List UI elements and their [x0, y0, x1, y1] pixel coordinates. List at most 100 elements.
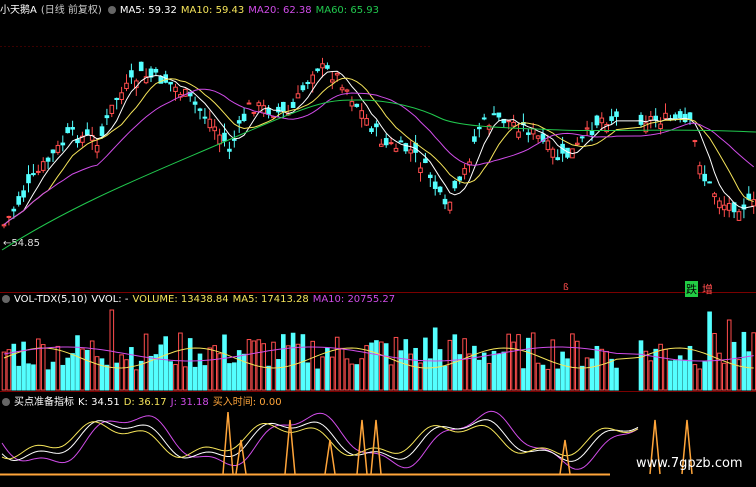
volume-bar — [374, 340, 379, 391]
candle-body — [153, 68, 159, 73]
candle-body — [295, 93, 301, 99]
volume-bar — [325, 347, 330, 391]
volume-ma5-label: MA5: 17413.28 — [232, 294, 309, 305]
candle-body — [516, 131, 521, 138]
candle-body — [40, 161, 46, 171]
volume-bar — [535, 362, 541, 391]
candle-body — [379, 143, 384, 147]
volume-bar — [668, 360, 673, 391]
volume-bar — [11, 343, 17, 391]
indicator-panel-header: 买点准备指标 K: 34.51 D: 36.17 J: 31.18 买入时间: 0.00 — [0, 393, 286, 408]
candle-body — [325, 65, 330, 69]
candle-body — [594, 115, 600, 126]
volume-bar — [663, 348, 668, 391]
volume-bar — [751, 332, 756, 391]
volume-bar — [75, 335, 80, 391]
volume-bar — [339, 347, 345, 391]
candle-body — [85, 129, 90, 136]
signal-mark: ß — [563, 283, 569, 293]
k-label: K: 34.51 — [78, 397, 120, 408]
candle-body — [266, 107, 271, 115]
volume-bar — [545, 368, 551, 391]
candle-body — [99, 126, 105, 136]
candle-body — [55, 144, 61, 153]
volume-bar — [540, 364, 546, 391]
candle-body — [1, 224, 7, 227]
volume-bar — [60, 364, 66, 391]
candle-body — [506, 120, 511, 123]
volume-bar — [202, 365, 208, 391]
volume-bar — [114, 362, 120, 391]
buy-signal-spike — [222, 411, 234, 475]
volume-bar — [614, 367, 619, 391]
candle-body — [697, 165, 703, 175]
candle-body — [726, 203, 732, 211]
ma20-line — [3, 88, 755, 226]
volume-bar — [330, 356, 335, 391]
candle-body — [447, 201, 453, 211]
candle-body — [6, 215, 12, 218]
ma10-label: MA10: 59.43 — [180, 5, 245, 16]
candle-body — [418, 167, 423, 174]
candle-body — [692, 140, 698, 143]
candle-body — [173, 86, 178, 92]
candle-body — [398, 140, 404, 143]
volume-bar — [702, 361, 708, 391]
low-price-marker: ←54.85 — [3, 238, 41, 249]
volume-bar — [697, 368, 703, 391]
volume-bar — [349, 363, 355, 391]
chart-canvas[interactable] — [0, 0, 756, 487]
signal-label-fall: 跌 — [685, 281, 698, 297]
volume-bar — [26, 363, 31, 391]
buy-signal-spike — [559, 439, 571, 475]
stock-name: 小天鹅A — [0, 5, 37, 16]
volume-bar — [432, 327, 438, 391]
volume-bar — [437, 349, 443, 391]
candle-body — [236, 120, 242, 124]
candle-body — [751, 199, 756, 207]
candle-body — [462, 168, 467, 175]
main-panel-header: 小天鹅A (日线 前复权) MA5: 59.32 MA10: 59.43 MA20: 6… — [0, 1, 383, 16]
d-line — [1, 421, 639, 460]
candle-body — [550, 148, 556, 158]
volume-bar — [692, 364, 698, 391]
volume-bar — [560, 351, 565, 391]
candle-body — [197, 108, 203, 111]
volume-bar — [526, 337, 531, 391]
candle-body — [129, 70, 134, 78]
volume-bar — [359, 358, 364, 391]
volume-bar — [447, 339, 453, 391]
candle-body — [736, 211, 742, 221]
d-label: D: 36.17 — [123, 397, 167, 408]
candle-body — [687, 112, 693, 120]
volume-bar — [320, 356, 325, 391]
volume-bar — [99, 358, 105, 391]
candle-body — [477, 126, 482, 130]
candle-body — [388, 142, 394, 145]
candle-body — [344, 89, 350, 92]
volume-bar — [266, 365, 271, 391]
indicator-settings-icon[interactable] — [2, 398, 10, 406]
candle-body — [707, 181, 712, 184]
volume-bar — [369, 342, 374, 391]
volume-settings-icon[interactable] — [2, 295, 10, 303]
candle-body — [423, 158, 428, 164]
candle-body — [702, 173, 708, 182]
candle-body — [472, 136, 477, 142]
settings-circle-icon[interactable] — [107, 6, 116, 14]
candle-body — [109, 104, 115, 114]
candle-body — [276, 106, 281, 113]
volume-bar — [383, 343, 389, 391]
volume-bar — [197, 353, 203, 391]
volume-bar — [16, 365, 21, 391]
volume-bar — [555, 368, 561, 391]
volume-bar — [124, 359, 129, 391]
candle-body — [408, 149, 413, 154]
candle-body — [104, 115, 110, 119]
candle-body — [442, 198, 448, 205]
volume-bar — [388, 364, 394, 391]
candle-body — [217, 134, 222, 145]
candle-body — [535, 135, 541, 139]
volume-bar — [428, 358, 433, 391]
volume-bar — [638, 340, 644, 391]
